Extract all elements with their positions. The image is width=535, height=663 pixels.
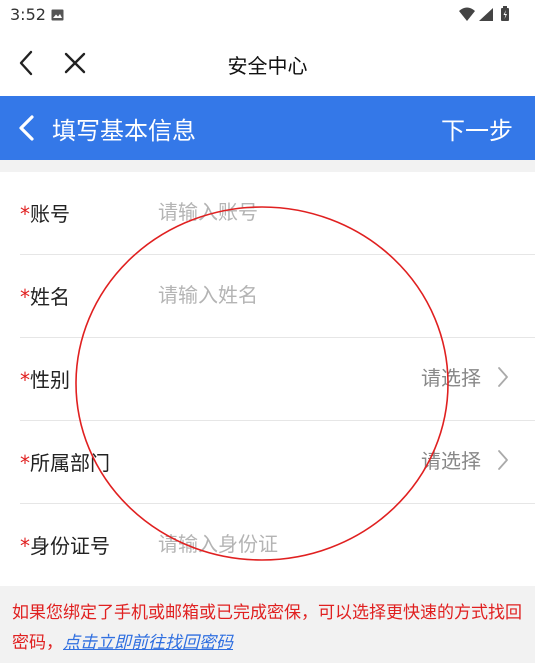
gender-label: *性别 xyxy=(20,368,70,392)
account-label: *账号 xyxy=(20,202,70,226)
required-mark: * xyxy=(20,202,30,226)
account-input[interactable] xyxy=(158,194,498,230)
status-bar: 3:52 xyxy=(0,0,535,30)
id-number-label: *身份证号 xyxy=(20,534,110,558)
department-row: *所属部门 请选择 xyxy=(20,421,535,504)
battery-icon xyxy=(501,6,509,21)
form-header: 填写基本信息 下一步 xyxy=(0,96,535,160)
basic-info-form: *账号 *姓名 *性别 请选择 *所属部门 请选择 *身份证号 xyxy=(0,172,535,586)
recovery-tip: 如果您绑定了手机或邮箱或已完成密保，可以选择更快速的方式找回密码，点击立即前往找… xyxy=(12,598,527,658)
wifi-icon xyxy=(459,7,475,21)
account-row: *账号 xyxy=(20,172,535,255)
image-notification-icon xyxy=(51,9,64,21)
recover-password-link[interactable]: 点击立即前往找回密码 xyxy=(63,633,233,653)
id-number-row: *身份证号 xyxy=(20,504,535,587)
header-back-icon[interactable] xyxy=(14,112,40,144)
status-time: 3:52 xyxy=(10,5,46,24)
gender-select-value: 请选择 xyxy=(421,366,481,390)
required-mark: * xyxy=(20,368,30,392)
gender-select[interactable]: 请选择 xyxy=(421,362,509,391)
required-mark: * xyxy=(20,534,30,558)
department-select[interactable]: 请选择 xyxy=(421,445,509,474)
required-mark: * xyxy=(20,285,30,309)
nav-bar: 安全中心 xyxy=(0,30,535,96)
gender-row: *性别 请选择 xyxy=(20,338,535,421)
nav-title: 安全中心 xyxy=(227,54,308,78)
next-step-button[interactable]: 下一步 xyxy=(441,111,513,146)
department-label: *所属部门 xyxy=(20,451,110,475)
name-row: *姓名 xyxy=(20,255,535,338)
department-select-value: 请选择 xyxy=(421,449,481,473)
name-input[interactable] xyxy=(158,277,498,313)
header-title: 填写基本信息 xyxy=(52,117,196,145)
signal-icon xyxy=(479,8,493,21)
name-label: *姓名 xyxy=(20,285,70,309)
id-number-input[interactable] xyxy=(158,526,498,562)
required-mark: * xyxy=(20,451,30,475)
status-icons xyxy=(457,5,517,25)
chevron-right-icon xyxy=(498,366,508,387)
chevron-right-icon xyxy=(498,449,508,470)
